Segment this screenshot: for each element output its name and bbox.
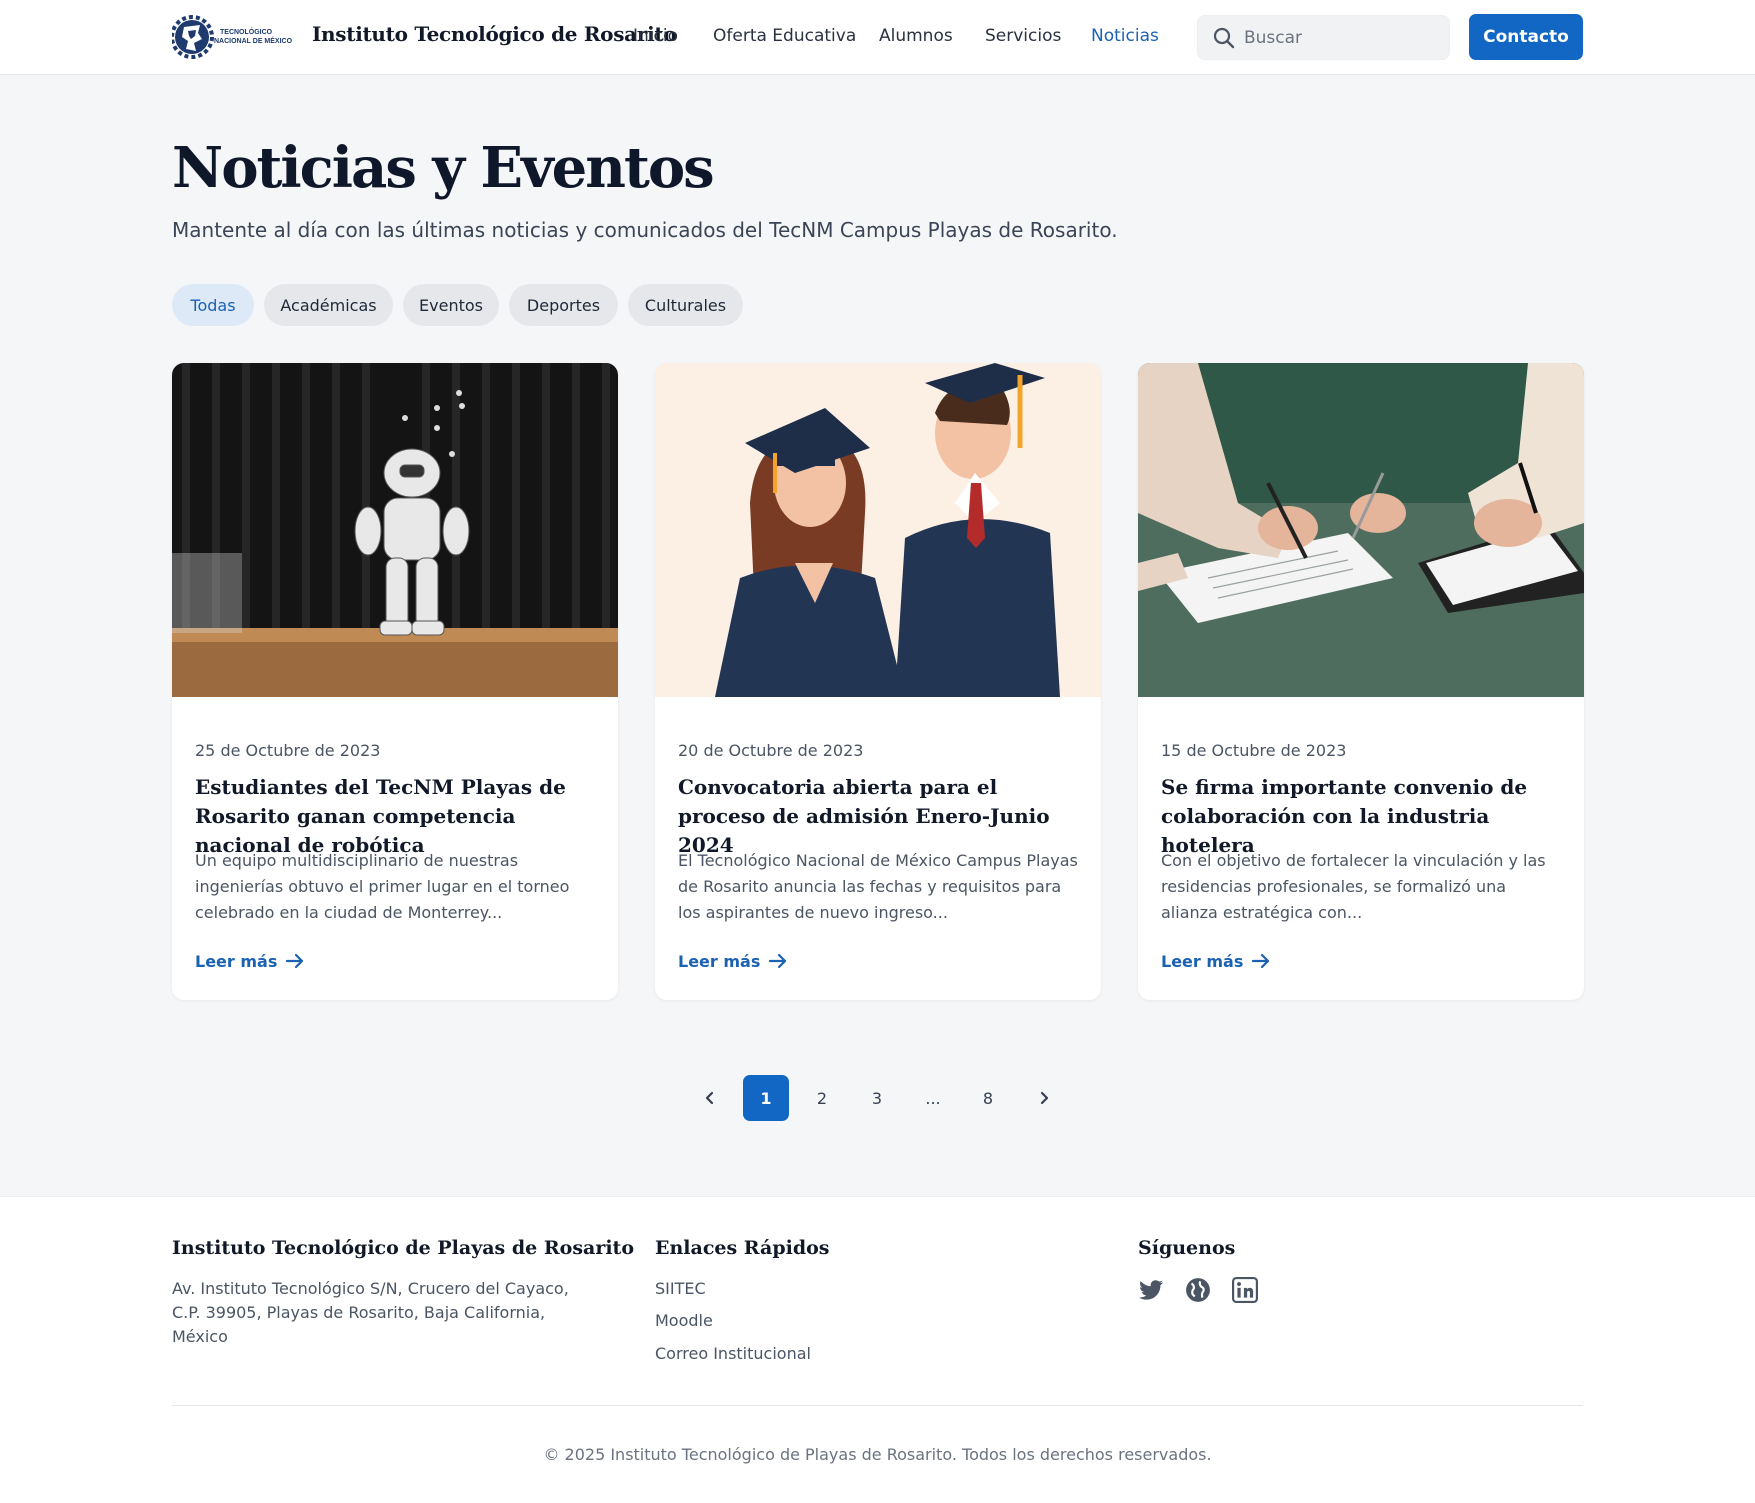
news-title[interactable]: Convocatoria abierta para el proceso de …: [678, 773, 1088, 860]
footer-address: Av. Instituto Tecnológico S/N, Crucero d…: [172, 1279, 569, 1346]
footer-social-heading: Síguenos: [1138, 1237, 1236, 1259]
pagination-page-2[interactable]: 2: [799, 1075, 845, 1121]
search-box: [1197, 15, 1450, 60]
news-date: 20 de Octubre de 2023: [678, 741, 864, 760]
site-footer: Instituto Tecnológico de Playas de Rosar…: [0, 1196, 1755, 1503]
logo-line-2: NACIONAL DE MÉXICO: [214, 36, 293, 45]
news-card[interactable]: 25 de Octubre de 2023 Estudiantes del Te…: [172, 363, 618, 1000]
globe-icon[interactable]: [1185, 1277, 1211, 1303]
nav-servicios[interactable]: Servicios: [985, 26, 1061, 46]
news-title[interactable]: Estudiantes del TecNM Playas de Rosarito…: [195, 773, 605, 860]
footer-links-heading: Enlaces Rápidos: [655, 1237, 830, 1259]
pagination-page-3[interactable]: 3: [854, 1075, 900, 1121]
filter-academicas[interactable]: Académicas: [264, 284, 393, 326]
site-brand[interactable]: Instituto Tecnológico de Rosarito: [312, 22, 677, 46]
news-date: 15 de Octubre de 2023: [1161, 741, 1347, 760]
news-card[interactable]: 15 de Octubre de 2023 Se firma important…: [1138, 363, 1584, 1000]
read-more-link[interactable]: Leer más: [195, 951, 305, 971]
search-icon: [1213, 27, 1235, 49]
logo-line-1: TECNOLÓGICO: [220, 27, 273, 36]
read-more-link[interactable]: Leer más: [1161, 951, 1271, 971]
news-excerpt: Un equipo multidisciplinario de nuestras…: [195, 851, 570, 922]
pagination-prev-button[interactable]: [687, 1075, 733, 1121]
footer-link-correo[interactable]: Correo Institucional: [655, 1344, 811, 1363]
twitter-icon[interactable]: [1138, 1277, 1164, 1303]
pagination-next-button[interactable]: [1021, 1075, 1067, 1121]
arrow-right-icon: [1252, 953, 1270, 969]
search-input[interactable]: [1244, 16, 1439, 59]
nav-oferta-educativa[interactable]: Oferta Educativa: [713, 26, 856, 46]
pagination-page-8[interactable]: 8: [965, 1075, 1011, 1121]
news-image-robot[interactable]: [172, 363, 618, 697]
read-more-label: Leer más: [678, 951, 761, 971]
footer-copyright: © 2025 Instituto Tecnológico de Playas d…: [543, 1445, 1212, 1464]
news-title[interactable]: Se firma importante convenio de colabora…: [1161, 773, 1571, 860]
nav-inicio[interactable]: Inicio: [633, 26, 678, 46]
footer-link-siitec[interactable]: SIITEC: [655, 1279, 706, 1298]
filter-deportes[interactable]: Deportes: [509, 284, 618, 326]
site-header: TECNOLÓGICO NACIONAL DE MÉXICO Instituto…: [0, 0, 1755, 75]
pagination-page-1[interactable]: 1: [743, 1075, 789, 1121]
nav-noticias[interactable]: Noticias: [1091, 26, 1159, 46]
filter-culturales[interactable]: Culturales: [628, 284, 743, 326]
read-more-label: Leer más: [195, 951, 278, 971]
read-more-label: Leer más: [1161, 951, 1244, 971]
read-more-link[interactable]: Leer más: [678, 951, 788, 971]
page-subtitle: Mantente al día con las últimas noticias…: [172, 218, 1118, 242]
news-excerpt: El Tecnológico Nacional de México Campus…: [678, 851, 1078, 922]
nav-alumnos[interactable]: Alumnos: [879, 26, 953, 46]
footer-divider: [172, 1405, 1583, 1406]
arrow-right-icon: [769, 953, 787, 969]
linkedin-icon[interactable]: [1232, 1277, 1258, 1303]
tecnm-logo[interactable]: TECNOLÓGICO NACIONAL DE MÉXICO: [172, 9, 296, 65]
news-image-agreement[interactable]: [1138, 363, 1584, 697]
news-image-graduates[interactable]: [655, 363, 1101, 697]
news-date: 25 de Octubre de 2023: [195, 741, 381, 760]
page-title: Noticias y Eventos: [172, 135, 715, 201]
arrow-right-icon: [286, 953, 304, 969]
news-excerpt: Con el objetivo de fortalecer la vincula…: [1161, 851, 1546, 922]
pagination-ellipsis: ...: [925, 1088, 941, 1108]
chevron-left-icon: [705, 1091, 714, 1105]
footer-link-moodle[interactable]: Moodle: [655, 1311, 713, 1330]
filter-eventos[interactable]: Eventos: [403, 284, 499, 326]
footer-institution: Instituto Tecnológico de Playas de Rosar…: [172, 1237, 635, 1259]
news-card[interactable]: 20 de Octubre de 2023 Convocatoria abier…: [655, 363, 1101, 1000]
contact-button[interactable]: Contacto: [1469, 14, 1583, 60]
chevron-right-icon: [1040, 1091, 1049, 1105]
filter-todas[interactable]: Todas: [172, 284, 254, 326]
